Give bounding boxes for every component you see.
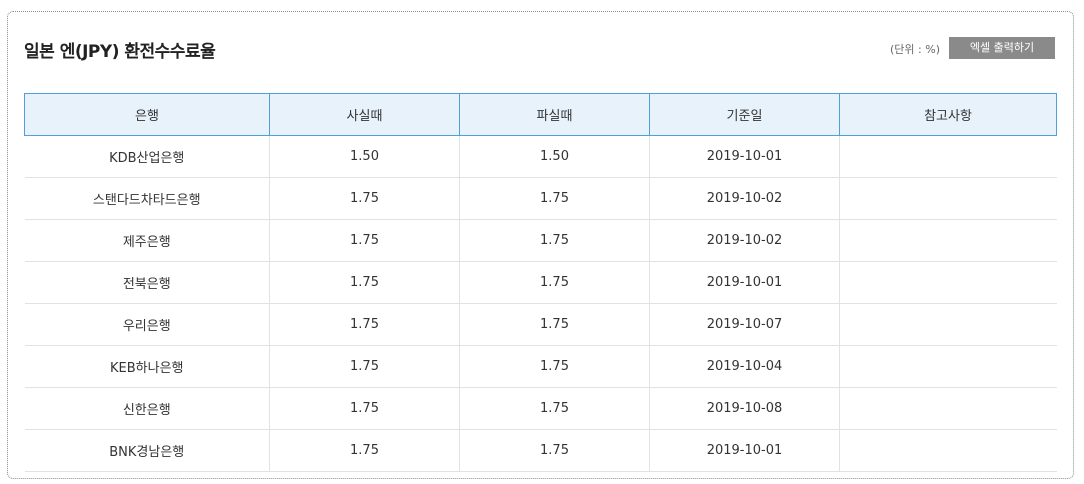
sell-rate-cell: 1.75: [459, 219, 650, 262]
bank-cell: KDB산업은행: [24, 135, 270, 178]
sell-rate-cell: 1.75: [459, 177, 650, 220]
bank-cell: 제주은행: [24, 219, 270, 262]
bank-cell: 스탠다드차타드은행: [24, 177, 270, 220]
date-cell: 2019-10-01: [649, 261, 840, 304]
bank-cell: 전북은행: [24, 261, 270, 304]
column-header-bank: 은행: [24, 93, 270, 136]
bank-cell: 우리은행: [24, 303, 270, 346]
table-row: 전북은행 1.75 1.75 2019-10-01: [24, 261, 1057, 304]
bank-cell: 신한은행: [24, 387, 270, 430]
buy-rate-cell: 1.75: [269, 219, 460, 262]
sell-rate-cell: 1.75: [459, 261, 650, 304]
date-cell: 2019-10-01: [649, 429, 840, 472]
note-cell: [839, 261, 1057, 304]
sell-rate-cell: 1.75: [459, 345, 650, 388]
bank-cell: KEB하나은행: [24, 345, 270, 388]
table-row: BNK경남은행 1.75 1.75 2019-10-01: [24, 429, 1057, 472]
buy-rate-cell: 1.75: [269, 261, 460, 304]
table-row: 스탠다드차타드은행 1.75 1.75 2019-10-02: [24, 177, 1057, 220]
buy-rate-cell: 1.75: [269, 177, 460, 220]
date-cell: 2019-10-01: [649, 135, 840, 178]
note-cell: [839, 345, 1057, 388]
unit-note: (단위 : %): [890, 43, 940, 56]
date-cell: 2019-10-07: [649, 303, 840, 346]
note-cell: [839, 303, 1057, 346]
sell-rate-cell: 1.75: [459, 429, 650, 472]
table-row: 신한은행 1.75 1.75 2019-10-08: [24, 387, 1057, 430]
table-row: KDB산업은행 1.50 1.50 2019-10-01: [24, 135, 1057, 178]
sell-rate-cell: 1.50: [459, 135, 650, 178]
note-cell: [839, 387, 1057, 430]
buy-rate-cell: 1.75: [269, 303, 460, 346]
sell-rate-cell: 1.75: [459, 387, 650, 430]
column-header-buy: 사실때: [269, 93, 460, 136]
fee-table-container: 은행 사실때 파실때 기준일 참고사항 KDB산업은행 1.50 1.50 20…: [24, 93, 1057, 472]
buy-rate-cell: 1.75: [269, 429, 460, 472]
table-row: 우리은행 1.75 1.75 2019-10-07: [24, 303, 1057, 346]
note-cell: [839, 135, 1057, 178]
column-header-sell: 파실때: [459, 93, 650, 136]
bank-cell: BNK경남은행: [24, 429, 270, 472]
buy-rate-cell: 1.75: [269, 387, 460, 430]
date-cell: 2019-10-02: [649, 219, 840, 262]
excel-export-button[interactable]: 엑셀 출력하기: [949, 37, 1055, 59]
table-header-row: 은행 사실때 파실때 기준일 참고사항: [24, 93, 1057, 136]
note-cell: [839, 219, 1057, 262]
table-row: 제주은행 1.75 1.75 2019-10-02: [24, 219, 1057, 262]
panel-header: 일본 엔(JPY) 환전수수료율 (단위 : %) 엑셀 출력하기: [8, 12, 1073, 72]
note-cell: [839, 177, 1057, 220]
column-header-note: 참고사항: [839, 93, 1057, 136]
buy-rate-cell: 1.50: [269, 135, 460, 178]
sell-rate-cell: 1.75: [459, 303, 650, 346]
date-cell: 2019-10-02: [649, 177, 840, 220]
date-cell: 2019-10-08: [649, 387, 840, 430]
page-title: 일본 엔(JPY) 환전수수료율: [24, 42, 216, 62]
table-row: KEB하나은행 1.75 1.75 2019-10-04: [24, 345, 1057, 388]
date-cell: 2019-10-04: [649, 345, 840, 388]
buy-rate-cell: 1.75: [269, 345, 460, 388]
note-cell: [839, 429, 1057, 472]
column-header-date: 기준일: [649, 93, 840, 136]
fee-rate-panel: 일본 엔(JPY) 환전수수료율 (단위 : %) 엑셀 출력하기 은행 사실때…: [7, 11, 1074, 479]
fee-table: 은행 사실때 파실때 기준일 참고사항 KDB산업은행 1.50 1.50 20…: [24, 93, 1057, 472]
